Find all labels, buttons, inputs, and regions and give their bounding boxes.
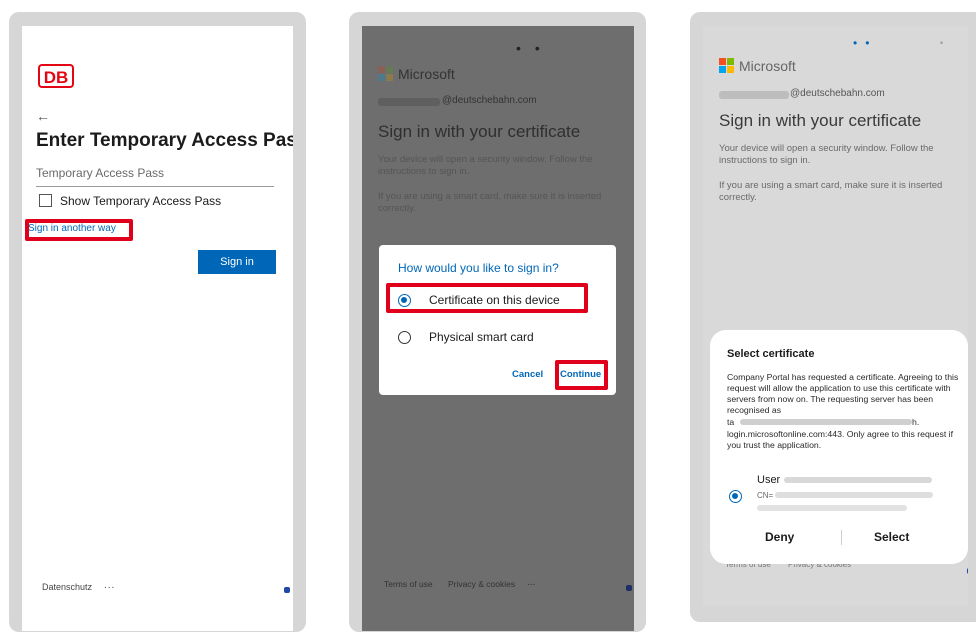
microsoft-brand: Microsoft <box>739 58 796 74</box>
dialog-question: How would you like to sign in? <box>398 261 559 275</box>
back-arrow-icon[interactable]: ← <box>36 108 50 124</box>
microsoft-logo-icon <box>719 58 735 74</box>
certificate-radio[interactable] <box>729 490 742 503</box>
cn-redacted <box>775 492 933 498</box>
screen-choose-method: •• Microsoft @deutschebahn.com Sign in w… <box>362 26 634 631</box>
accessibility-icon[interactable] <box>284 587 290 593</box>
footer-more-icon[interactable]: ... <box>104 580 115 591</box>
deny-button[interactable]: Deny <box>765 530 794 544</box>
smart-card-radio[interactable] <box>398 331 411 344</box>
db-logo: DB <box>38 64 74 88</box>
show-pass-checkbox[interactable] <box>39 194 52 207</box>
highlight-box <box>25 219 133 241</box>
cancel-button[interactable]: Cancel <box>512 369 543 380</box>
smart-card-option-label[interactable]: Physical smart card <box>429 330 534 344</box>
page-title: Sign in with your certificate <box>719 111 922 130</box>
screen-temporary-access-pass: DB ← Enter Temporary Access Pass Tempora… <box>22 26 293 631</box>
page-title: Sign in with your certificate <box>378 122 581 141</box>
highlight-box <box>555 360 608 390</box>
certificate-user[interactable]: User <box>757 474 780 486</box>
server-suffix: h. <box>912 417 920 427</box>
user-redacted <box>784 477 932 483</box>
instructions-text: Your device will open a security window.… <box>719 143 934 166</box>
microsoft-brand: Microsoft <box>398 66 455 82</box>
select-button[interactable]: Select <box>874 530 909 544</box>
sign-in-button[interactable]: Sign in <box>198 250 276 274</box>
footer-more-icon[interactable]: ... <box>527 577 535 588</box>
smartcard-text: If you are using a smart card, make sure… <box>719 180 943 203</box>
instructions-text: Your device will open a security window.… <box>378 154 593 177</box>
server-prefix: ta <box>727 417 735 427</box>
terms-link[interactable]: Terms of use <box>384 579 433 589</box>
smartcard-text: If you are using a smart card, make sure… <box>378 191 602 214</box>
accessibility-icon[interactable] <box>967 568 968 574</box>
privacy-link[interactable]: Privacy & cookies <box>448 579 515 589</box>
cn-redacted-2 <box>757 505 907 511</box>
accessibility-icon[interactable] <box>626 585 632 591</box>
status-dots: •• <box>516 40 554 56</box>
page-title: Enter Temporary Access Pass <box>36 130 293 151</box>
button-divider <box>841 530 842 545</box>
microsoft-logo-icon <box>378 66 394 82</box>
status-dot-small: • <box>940 38 944 48</box>
email-redacted <box>378 98 440 106</box>
request-text: Company Portal has requested a certifica… <box>727 372 959 415</box>
email-redacted <box>719 91 789 99</box>
trust-text: login.microsoftonline.com:443. Only agre… <box>727 429 953 450</box>
email-suffix: @deutschebahn.com <box>790 88 885 99</box>
sign-in-method-dialog: How would you like to sign in? Certifica… <box>379 245 616 395</box>
select-certificate-sheet: Select certificate Company Portal has re… <box>710 330 968 564</box>
sheet-heading: Select certificate <box>727 348 815 360</box>
footer-privacy-link[interactable]: Datenschutz <box>42 582 92 592</box>
highlight-box <box>386 283 588 313</box>
email-suffix: @deutschebahn.com <box>442 95 537 106</box>
server-redacted <box>740 419 912 425</box>
screen-select-certificate: •• • Microsoft @deutschebahn.com Sign in… <box>703 26 968 606</box>
status-dots: •• <box>853 36 878 50</box>
certificate-cn: CN= <box>757 491 774 500</box>
show-pass-label: Show Temporary Access Pass <box>60 194 222 208</box>
temporary-access-pass-input[interactable]: Temporary Access Pass <box>36 166 274 187</box>
